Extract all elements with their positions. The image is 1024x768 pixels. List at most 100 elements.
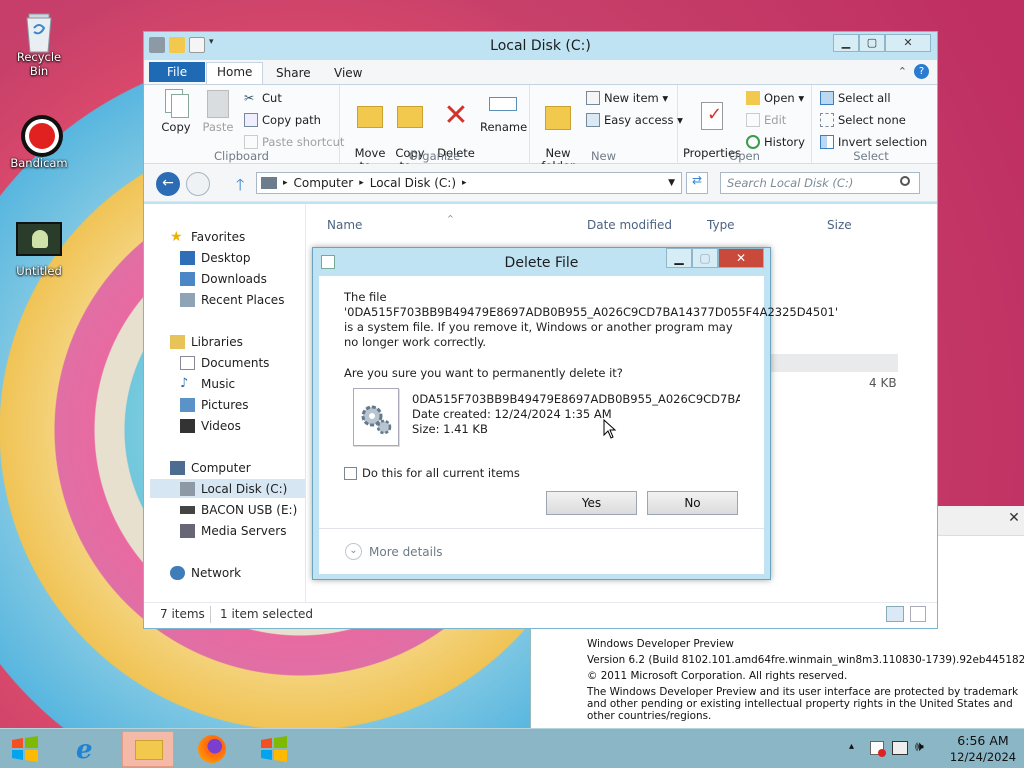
tab-view[interactable]: View <box>324 64 372 82</box>
no-button[interactable]: No <box>647 491 738 515</box>
recycle-bin-desktop-icon[interactable]: Recycle Bin <box>7 8 71 78</box>
minimize-ribbon-icon[interactable]: ⌃ <box>898 65 907 78</box>
firefox-taskbar-button[interactable] <box>186 731 238 767</box>
invert-selection-label: Invert selection <box>838 135 928 149</box>
open-button[interactable]: Open ▾ <box>746 91 804 105</box>
untitled-desktop-icon[interactable]: Untitled <box>7 222 71 278</box>
select-none-button[interactable]: Select none <box>820 113 906 127</box>
edit-icon <box>746 113 760 127</box>
tab-file[interactable]: File <box>149 62 206 82</box>
apply-to-all-checkbox[interactable]: Do this for all current items <box>344 466 520 480</box>
large-icons-view-icon[interactable] <box>910 606 926 622</box>
rename-button[interactable]: Rename <box>480 87 527 134</box>
new-group: New folder New item ▾ Easy access ▾ New <box>530 85 683 173</box>
maximize-button[interactable]: ▢ <box>859 34 885 52</box>
address-bar[interactable]: ▸ Computer ▸ Local Disk (C:) ▸ ▼ <box>256 172 682 194</box>
tab-share[interactable]: Share <box>266 64 321 82</box>
search-input[interactable]: Search Local Disk (C:) <box>720 172 920 194</box>
documents-icon <box>180 355 195 370</box>
nav-favorites[interactable]: ★ Favorites <box>170 227 300 246</box>
bandicam-desktop-icon[interactable]: Bandicam <box>7 114 71 170</box>
checkbox-box[interactable] <box>344 466 357 480</box>
volume-icon[interactable]: 🕪 <box>915 739 924 755</box>
easy-access-button[interactable]: Easy access ▾ <box>586 113 683 127</box>
nav-computer[interactable]: Computer <box>170 458 300 477</box>
column-name[interactable]: Name <box>327 218 362 232</box>
winver-close-button[interactable]: ✕ <box>1004 508 1024 528</box>
cut-button[interactable]: ✂ Cut <box>244 91 282 105</box>
nav-media-servers[interactable]: Media Servers <box>180 521 310 540</box>
nav-pictures[interactable]: Pictures <box>180 395 310 414</box>
winver-text: Windows Developer Preview Version 6.2 (B… <box>587 638 1024 722</box>
close-button[interactable]: ✕ <box>885 34 931 52</box>
network-tray-icon[interactable] <box>892 741 908 755</box>
more-details-area: ⌄ More details <box>319 528 764 574</box>
windows-taskbar-button[interactable] <box>248 731 300 767</box>
select-all-button[interactable]: Select all <box>820 91 891 105</box>
new-item-button[interactable]: New item ▾ <box>586 91 668 105</box>
selected-file-row[interactable] <box>764 354 898 372</box>
easy-access-label: Easy access ▾ <box>604 113 683 127</box>
help-icon[interactable]: ? <box>914 64 929 79</box>
internet-explorer-taskbar-button[interactable]: e <box>64 731 116 767</box>
back-button[interactable]: ← <box>156 172 180 196</box>
nav-desktop[interactable]: Desktop <box>180 248 310 267</box>
nav-documents[interactable]: Documents <box>180 353 310 372</box>
select-none-label: Select none <box>838 113 906 127</box>
more-details-toggle[interactable]: ⌄ More details <box>345 543 443 560</box>
item-count: 7 items <box>160 607 205 621</box>
explorer-title: Local Disk (C:) <box>490 38 591 54</box>
open-group: ✓ Properties ▾ Open ▾ Edit History Open <box>678 85 812 173</box>
dialog-message: The file '0DA515F703BB9B49479E8697ADB0B9… <box>344 290 838 349</box>
dialog-close-button[interactable]: ✕ <box>718 248 764 268</box>
tab-home[interactable]: Home <box>206 62 264 84</box>
nav-bacon-usb[interactable]: BACON USB (E:) <box>180 500 310 519</box>
easy-access-icon <box>586 113 600 127</box>
address-dropdown-icon[interactable]: ▼ <box>668 178 675 188</box>
navigation-pane: ★ Favorites Desktop Downloads Recent Plac… <box>144 204 306 602</box>
breadcrumb-local-disk[interactable]: Local Disk (C:) <box>370 176 456 190</box>
nav-network-label: Network <box>191 565 242 580</box>
start-button[interactable] <box>10 735 40 763</box>
history-button[interactable]: History <box>746 135 805 149</box>
move-to-icon <box>355 100 385 132</box>
recycle-bin-label: Recycle Bin <box>16 50 62 78</box>
windows-logo-icon <box>12 736 38 762</box>
winver-line: The Windows Developer Preview and its us… <box>587 686 1019 698</box>
nav-local-disk[interactable]: Local Disk (C:) <box>150 479 305 498</box>
action-center-flag-icon[interactable] <box>870 741 886 757</box>
column-date-modified[interactable]: Date modified <box>587 218 672 232</box>
nav-downloads[interactable]: Downloads <box>180 269 310 288</box>
column-size[interactable]: Size <box>827 218 852 232</box>
internet-explorer-icon: e <box>76 735 93 765</box>
downloads-icon <box>180 271 195 286</box>
nav-music[interactable]: ♪ Music <box>180 374 310 393</box>
ribbon-tabs: File Home Share View ⌃ ? <box>144 60 937 84</box>
invert-selection-button[interactable]: Invert selection <box>820 135 927 149</box>
file-explorer-taskbar-button[interactable] <box>122 731 174 767</box>
nav-recent-places[interactable]: Recent Places <box>180 290 310 309</box>
details-view-icon[interactable] <box>886 606 904 622</box>
forward-button[interactable] <box>186 172 210 196</box>
column-type[interactable]: Type <box>707 218 735 232</box>
file-date-created: Date created: 12/24/2024 1:35 AM <box>412 407 612 421</box>
yes-button[interactable]: Yes <box>546 491 637 515</box>
copy-path-button[interactable]: Copy path <box>244 113 321 127</box>
nav-videos[interactable]: Videos <box>180 416 310 435</box>
search-icon <box>900 176 910 186</box>
winver-line: and other pending or existing intellectu… <box>587 698 1013 710</box>
new-item-label: New item ▾ <box>604 91 669 105</box>
minimize-button[interactable]: ▁ <box>833 34 859 52</box>
refresh-button[interactable]: ⇄ <box>686 172 708 194</box>
nav-libraries[interactable]: Libraries <box>170 332 300 351</box>
breadcrumb-computer[interactable]: Computer <box>294 176 354 190</box>
up-arrow-icon[interactable]: 🡑 <box>236 174 244 201</box>
copy-path-label: Copy path <box>262 113 321 127</box>
show-hidden-icons-button[interactable]: ▴ <box>849 741 854 752</box>
clock[interactable]: 6:56 AM 12/24/2024 <box>948 733 1018 765</box>
copy-button[interactable]: Copy <box>156 87 196 134</box>
nav-network[interactable]: Network <box>170 563 300 582</box>
copy-path-icon <box>244 113 258 127</box>
dialog-minimize-button[interactable]: ▁ <box>666 248 692 268</box>
media-servers-icon <box>180 523 195 538</box>
